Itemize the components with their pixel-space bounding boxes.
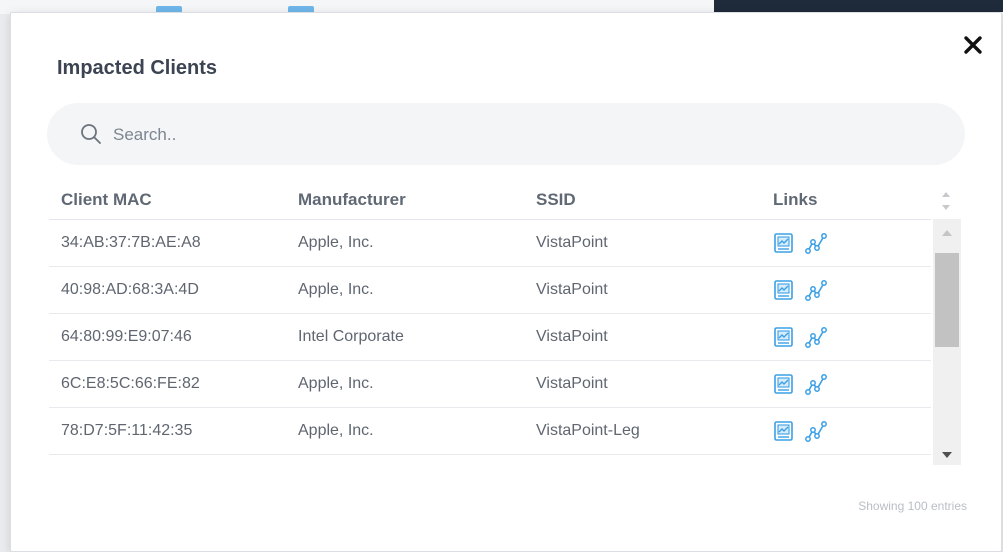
scroll-up-button[interactable] bbox=[933, 223, 961, 243]
trend-chart-icon[interactable] bbox=[805, 279, 827, 301]
cell-links bbox=[761, 219, 931, 267]
entries-count: Showing 100 entries bbox=[858, 499, 967, 513]
impacted-clients-modal: Impacted Clients Client MAC Manufacturer… bbox=[10, 12, 1002, 552]
table-row[interactable]: 78:D7:5F:11:42:35 Apple, Inc. VistaPoint-L… bbox=[49, 407, 931, 455]
cell-ssid: VistaPoint bbox=[524, 266, 761, 314]
cell-manufacturer: Apple, Inc. bbox=[286, 454, 524, 463]
cell-manufacturer: Apple, Inc. bbox=[286, 219, 524, 267]
cell-links bbox=[761, 266, 931, 314]
column-header-links: Links bbox=[761, 181, 931, 220]
triangle-down-icon bbox=[942, 452, 952, 458]
modal-title: Impacted Clients bbox=[57, 57, 218, 79]
cell-manufacturer: Apple, Inc. bbox=[286, 360, 524, 408]
cell-ssid: VistaPoint bbox=[524, 454, 761, 463]
cell-links bbox=[761, 407, 931, 455]
client-details-icon[interactable] bbox=[773, 232, 795, 254]
cell-manufacturer: Apple, Inc. bbox=[286, 266, 524, 314]
trend-chart-icon[interactable] bbox=[805, 232, 827, 254]
cell-links bbox=[761, 454, 931, 463]
client-details-icon[interactable] bbox=[773, 420, 795, 442]
search-bar[interactable] bbox=[47, 103, 965, 165]
column-header-manufacturer[interactable]: Manufacturer bbox=[286, 181, 524, 220]
client-details-icon[interactable] bbox=[773, 373, 795, 395]
cell-ssid: VistaPoint bbox=[524, 360, 761, 408]
column-header-client-mac[interactable]: Client MAC bbox=[49, 181, 286, 220]
cell-manufacturer: Apple, Inc. bbox=[286, 407, 524, 455]
scroll-header-sort-control[interactable] bbox=[933, 185, 959, 217]
trend-chart-icon[interactable] bbox=[805, 373, 827, 395]
client-details-icon[interactable] bbox=[773, 326, 795, 348]
cell-client-mac: 40:98:AD:68:3A:4D bbox=[49, 266, 286, 314]
background-dark-panel bbox=[714, 0, 1003, 12]
clients-table-container: Client MAC Manufacturer SSID Links 34:AB… bbox=[49, 181, 931, 463]
table-row[interactable]: 6C:E8:5C:66:FE:82 Apple, Inc. VistaPoint bbox=[49, 360, 931, 408]
table-header-row: Client MAC Manufacturer SSID Links bbox=[49, 181, 931, 220]
search-input[interactable] bbox=[111, 119, 935, 151]
client-details-icon[interactable] bbox=[773, 279, 795, 301]
clients-table: Client MAC Manufacturer SSID Links 34:AB… bbox=[49, 181, 931, 463]
close-button[interactable] bbox=[959, 31, 987, 59]
cell-links bbox=[761, 313, 931, 361]
cell-ssid: VistaPoint bbox=[524, 219, 761, 267]
column-header-ssid[interactable]: SSID bbox=[524, 181, 761, 220]
cell-client-mac: 6C:E8:5C:66:FE:82 bbox=[49, 360, 286, 408]
cell-ssid: VistaPoint bbox=[524, 313, 761, 361]
cell-client-mac: 78:D7:5F:11:42:35 bbox=[49, 407, 286, 455]
cell-client-mac: 9C:F3:87:4D:AE:CF bbox=[49, 454, 286, 463]
triangle-up-icon bbox=[942, 230, 952, 236]
trend-chart-icon[interactable] bbox=[805, 326, 827, 348]
table-row[interactable]: 40:98:AD:68:3A:4D Apple, Inc. VistaPoint bbox=[49, 266, 931, 314]
table-scrollbar[interactable] bbox=[933, 219, 961, 465]
cell-client-mac: 64:80:99:E9:07:46 bbox=[49, 313, 286, 361]
table-row[interactable]: 9C:F3:87:4D:AE:CFApple, Inc.VistaPoint bbox=[49, 454, 931, 463]
cell-client-mac: 34:AB:37:7B:AE:A8 bbox=[49, 219, 286, 267]
search-icon bbox=[81, 124, 101, 144]
table-row[interactable]: 64:80:99:E9:07:46 Intel Corporate VistaPoi… bbox=[49, 313, 931, 361]
sort-arrows-icon[interactable] bbox=[933, 185, 959, 217]
close-icon[interactable] bbox=[963, 35, 983, 55]
cell-links bbox=[761, 360, 931, 408]
cell-manufacturer: Intel Corporate bbox=[286, 313, 524, 361]
trend-chart-icon[interactable] bbox=[805, 420, 827, 442]
scrollbar-thumb[interactable] bbox=[935, 253, 959, 347]
table-row[interactable]: 34:AB:37:7B:AE:A8 Apple, Inc. VistaPoint bbox=[49, 219, 931, 267]
cell-ssid: VistaPoint-Leg bbox=[524, 407, 761, 455]
scroll-down-button[interactable] bbox=[933, 445, 961, 465]
